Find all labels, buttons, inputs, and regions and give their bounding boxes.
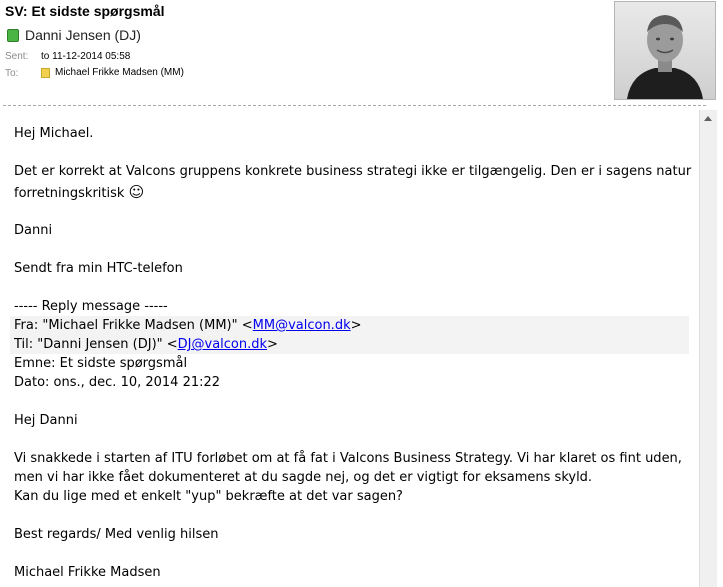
scroll-up-button[interactable] <box>700 110 716 126</box>
header-divider <box>3 105 706 106</box>
body-name: Michael Frikke Madsen <box>14 565 161 580</box>
reply-to-prefix: Til: "Danni Jensen (DJ)" < <box>14 337 178 352</box>
body-paragraph-2-line-2: men vi har ikke fået dokumenteret at du … <box>14 470 593 485</box>
vertical-scrollbar[interactable] <box>699 110 717 587</box>
message-header: SV: Et sidste spørgsmål Danni Jensen (DJ… <box>0 0 723 106</box>
to-label: To: <box>5 68 19 79</box>
body-sent-from: Sendt fra min HTC-telefon <box>14 261 183 276</box>
sender-photo-image <box>615 2 715 99</box>
reply-header: ----- Reply message ----- <box>14 299 168 314</box>
reply-to-suffix: > <box>267 337 278 352</box>
reply-to-email-link[interactable]: DJ@valcon.dk <box>178 337 267 352</box>
reply-from-email-link[interactable]: MM@valcon.dk <box>253 318 351 333</box>
reply-from-prefix: Fra: "Michael Frikke Madsen (MM)" < <box>14 318 253 333</box>
reply-to-line: Til: "Danni Jensen (DJ)" <DJ@valcon.dk> <box>14 335 278 354</box>
body-paragraph-1-line-2: forretningskritisk ☺ <box>14 183 144 203</box>
sent-value: to 11-12-2014 05:58 <box>41 51 131 62</box>
body-regards: Best regards/ Med venlig hilsen <box>14 527 219 542</box>
reply-subject-line: Emne: Et sidste spørgsmål <box>14 356 188 371</box>
body-paragraph-2-line-3: Kan du lige med et enkelt "yup" bekræfte… <box>14 489 403 504</box>
reply-from-line: Fra: "Michael Frikke Madsen (MM)" <MM@va… <box>14 316 362 335</box>
recipient-name[interactable]: Michael Frikke Madsen (MM) <box>55 67 184 78</box>
body-paragraph-1-text: forretningskritisk <box>14 186 125 201</box>
chevron-up-icon <box>704 115 712 121</box>
reply-date-line: Dato: ons., dec. 10, 2014 21:22 <box>14 375 221 390</box>
body-paragraph-2-line-1: Vi snakkede i starten af ITU forløbet om… <box>14 451 682 466</box>
sender-photo <box>614 1 716 100</box>
sender-name[interactable]: Danni Jensen (DJ) <box>25 27 141 43</box>
body-signoff: Danni <box>14 223 53 238</box>
reply-from-suffix: > <box>350 318 362 333</box>
body-paragraph-1-line-1: Det er korrekt at Valcons gruppens konkr… <box>14 164 692 179</box>
body-greeting-2: Hej Danni <box>14 413 78 428</box>
email-subject: SV: Et sidste spørgsmål <box>5 3 165 19</box>
message-body: Hej Michael. Det er korrekt at Valcons g… <box>0 112 699 587</box>
smiley-emoji-icon: ☺ <box>128 183 145 201</box>
presence-available-icon <box>7 28 19 42</box>
sender-row: Danni Jensen (DJ) <box>7 27 141 43</box>
sent-label: Sent: <box>5 51 29 62</box>
body-greeting: Hej Michael. <box>14 126 94 141</box>
presence-away-icon <box>41 67 50 78</box>
recipient[interactable]: Michael Frikke Madsen (MM) <box>41 67 184 78</box>
